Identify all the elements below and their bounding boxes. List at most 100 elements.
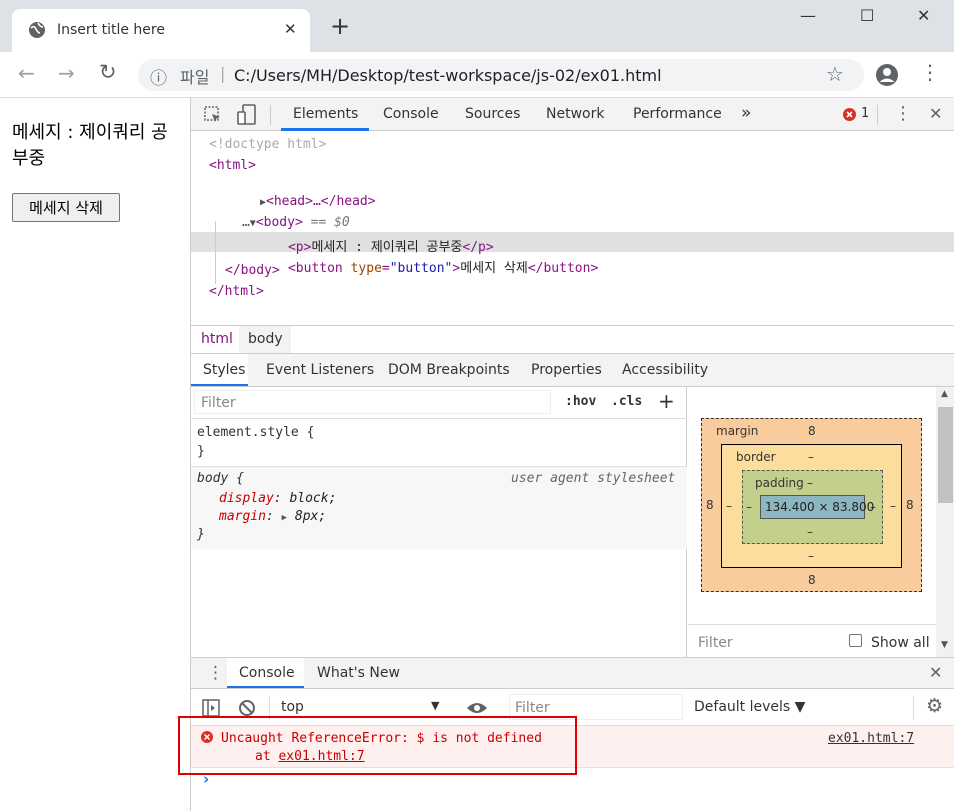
tab-performance[interactable]: Performance: [633, 106, 722, 122]
padding-bottom-value[interactable]: –: [807, 525, 813, 539]
tab-network[interactable]: Network: [546, 106, 604, 122]
tab-console[interactable]: Console: [383, 106, 439, 122]
styles-subtabs: Styles Event Listeners DOM Breakpoints P…: [191, 354, 954, 387]
tab-sources[interactable]: Sources: [465, 106, 520, 122]
box-margin[interactable]: margin 8 8 8 8 border – – – – padding – …: [701, 418, 922, 592]
margin-right-value[interactable]: 8: [906, 498, 914, 512]
page-message: 메세지 : 제이쿼리 공부중: [12, 122, 168, 169]
back-button[interactable]: ←: [18, 61, 35, 85]
error-icon: [843, 108, 856, 121]
computed-filter-input[interactable]: Filter: [698, 635, 733, 651]
breadcrumb-body[interactable]: body: [248, 331, 283, 347]
new-tab-button[interactable]: +: [330, 14, 350, 38]
tab-elements[interactable]: Elements: [293, 106, 358, 122]
content-size[interactable]: 134.400 × 83.800: [765, 500, 874, 514]
box-content[interactable]: 134.400 × 83.800: [760, 495, 874, 519]
scroll-down-icon[interactable]: ▼: [941, 640, 948, 650]
border-right-value[interactable]: –: [890, 499, 896, 513]
html-open-node[interactable]: <html>: [209, 158, 256, 173]
tree-guide-line: [215, 221, 216, 284]
padding-top-value[interactable]: –: [807, 476, 813, 490]
eye-icon[interactable]: [466, 701, 488, 715]
scrollbar-thumb[interactable]: [938, 407, 953, 503]
info-icon[interactable]: ⓘ: [150, 64, 167, 89]
styles-scrollbar[interactable]: ▲ ▼: [936, 387, 954, 657]
browser-menu-button[interactable]: ⋮: [920, 60, 940, 84]
delete-message-button[interactable]: 메세지 삭제: [12, 193, 120, 222]
styles-filter-placeholder: Filter: [201, 395, 236, 411]
element-style-selector[interactable]: element.style {: [197, 425, 314, 440]
cls-toggle[interactable]: .cls: [611, 394, 642, 409]
close-window-button[interactable]: ✕: [917, 6, 930, 25]
url-text[interactable]: C:/Users/MH/Desktop/test-workspace/js-02…: [234, 66, 662, 85]
subtab-event-listeners[interactable]: Event Listeners: [266, 362, 374, 378]
box-padding[interactable]: padding – – – – 134.400 × 83.800: [742, 470, 883, 544]
drawer-tab-whats-new[interactable]: What's New: [317, 665, 400, 681]
subtab-styles[interactable]: Styles: [203, 362, 245, 378]
display-declaration[interactable]: display: block;: [219, 491, 336, 506]
globe-icon: [29, 22, 45, 38]
subtab-properties[interactable]: Properties: [531, 362, 602, 378]
address-bar[interactable]: ⓘ 파일 | C:/Users/MH/Desktop/test-workspac…: [138, 59, 864, 91]
margin-top-value[interactable]: 8: [808, 424, 816, 438]
console-settings-gear-icon[interactable]: ⚙: [926, 695, 943, 717]
expand-shorthand-icon[interactable]: ▶: [282, 513, 287, 523]
elements-tree: <!doctype html> <html> ▶<head>…</head> ……: [191, 131, 954, 323]
inspect-element-icon[interactable]: [203, 105, 223, 125]
tab-close-icon[interactable]: ✕: [284, 20, 297, 38]
device-toolbar-icon[interactable]: [237, 104, 257, 126]
body-rule-selector[interactable]: body {: [197, 471, 244, 486]
breadcrumb: html body: [191, 325, 954, 354]
reload-button[interactable]: ↻: [99, 60, 117, 84]
border-top-value[interactable]: –: [808, 450, 814, 464]
devtools-panel: Elements Console Sources Network Perform…: [190, 98, 954, 811]
minimize-button[interactable]: —: [800, 6, 816, 25]
show-all-checkbox[interactable]: [849, 634, 862, 647]
maximize-button[interactable]: ☐: [860, 6, 874, 25]
browser-tab[interactable]: Insert title here ✕: [12, 9, 310, 52]
context-dropdown-icon[interactable]: ▼: [431, 699, 439, 712]
drawer-tab-console[interactable]: Console: [239, 665, 295, 681]
close-drawer-button[interactable]: ✕: [929, 663, 942, 682]
context-selector[interactable]: top: [281, 699, 304, 715]
padding-left-value[interactable]: –: [746, 500, 752, 514]
subtab-accessibility[interactable]: Accessibility: [622, 362, 708, 378]
styles-filter-input[interactable]: Filter: [194, 390, 551, 414]
margin-left-value[interactable]: 8: [706, 498, 714, 512]
body-close-node[interactable]: </body>: [225, 263, 280, 278]
bookmark-star-icon[interactable]: ☆: [826, 62, 844, 86]
devtools-menu-button[interactable]: ⋮: [894, 103, 912, 124]
border-left-value[interactable]: –: [726, 499, 732, 513]
toolbar-divider: [877, 105, 878, 125]
profile-avatar-icon[interactable]: [875, 63, 899, 87]
scroll-up-icon[interactable]: ▲: [941, 389, 948, 399]
close-devtools-button[interactable]: ✕: [929, 104, 942, 123]
subtab-dom-breakpoints[interactable]: DOM Breakpoints: [388, 362, 510, 378]
error-count[interactable]: 1: [861, 106, 869, 121]
show-all-label: Show all: [871, 635, 930, 651]
sidebar-toggle-icon[interactable]: [202, 699, 220, 717]
margin-label: margin: [716, 424, 759, 438]
more-tabs-button[interactable]: »: [741, 103, 751, 123]
box-border[interactable]: border – – – – padding – – – – 134.400 ×…: [721, 444, 902, 568]
forward-button[interactable]: →: [58, 61, 75, 85]
drawer-tabbar: ⋮ Console What's New ✕: [191, 657, 954, 689]
breadcrumb-html[interactable]: html: [201, 331, 233, 347]
error-source-link[interactable]: ex01.html:7: [828, 731, 914, 746]
border-bottom-value[interactable]: –: [808, 549, 814, 563]
doctype-node[interactable]: <!doctype html>: [209, 137, 326, 152]
log-levels-dropdown[interactable]: Default levels ▼: [694, 699, 805, 715]
url-separator: |: [220, 64, 226, 83]
padding-label: padding: [755, 476, 804, 490]
hov-toggle[interactable]: :hov: [565, 394, 596, 409]
margin-bottom-value[interactable]: 8: [808, 573, 816, 587]
margin-declaration[interactable]: margin: ▶ 8px;: [219, 509, 326, 524]
drawer-menu-button[interactable]: ⋮: [207, 663, 224, 683]
clear-console-icon[interactable]: [238, 699, 256, 717]
styles-pane: Filter :hov .cls + element.style { } bod…: [191, 387, 687, 657]
border-label: border: [736, 450, 776, 464]
divider: [688, 624, 936, 625]
new-style-rule-button[interactable]: +: [658, 389, 675, 413]
html-close-node[interactable]: </html>: [209, 284, 264, 299]
button-node[interactable]: <button type="button">메세지 삭제</button>: [241, 242, 598, 291]
